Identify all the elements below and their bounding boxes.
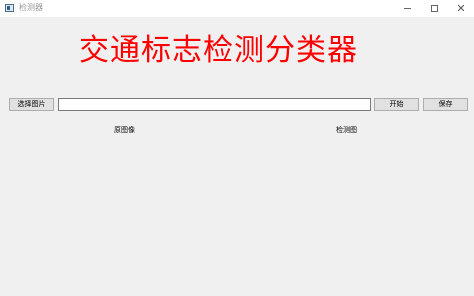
page-title: 交通标志检测分类器	[79, 33, 358, 68]
minimize-button[interactable]	[393, 0, 421, 17]
original-image-label: 原图像	[114, 126, 135, 134]
title-bar: 检测器 ✕	[0, 0, 474, 17]
minimize-icon	[403, 8, 411, 9]
close-button[interactable]: ✕	[447, 0, 474, 17]
start-button[interactable]: 开始	[374, 98, 419, 111]
image-path-input[interactable]	[58, 98, 371, 111]
maximize-button[interactable]	[420, 0, 448, 17]
detected-image-label: 检测图	[336, 126, 357, 134]
select-image-button[interactable]: 选择图片	[9, 98, 54, 111]
app-icon	[5, 4, 14, 12]
maximize-icon	[430, 5, 438, 12]
window-title: 检测器	[19, 3, 43, 12]
close-icon: ✕	[456, 2, 466, 15]
save-button[interactable]: 保存	[423, 98, 468, 111]
